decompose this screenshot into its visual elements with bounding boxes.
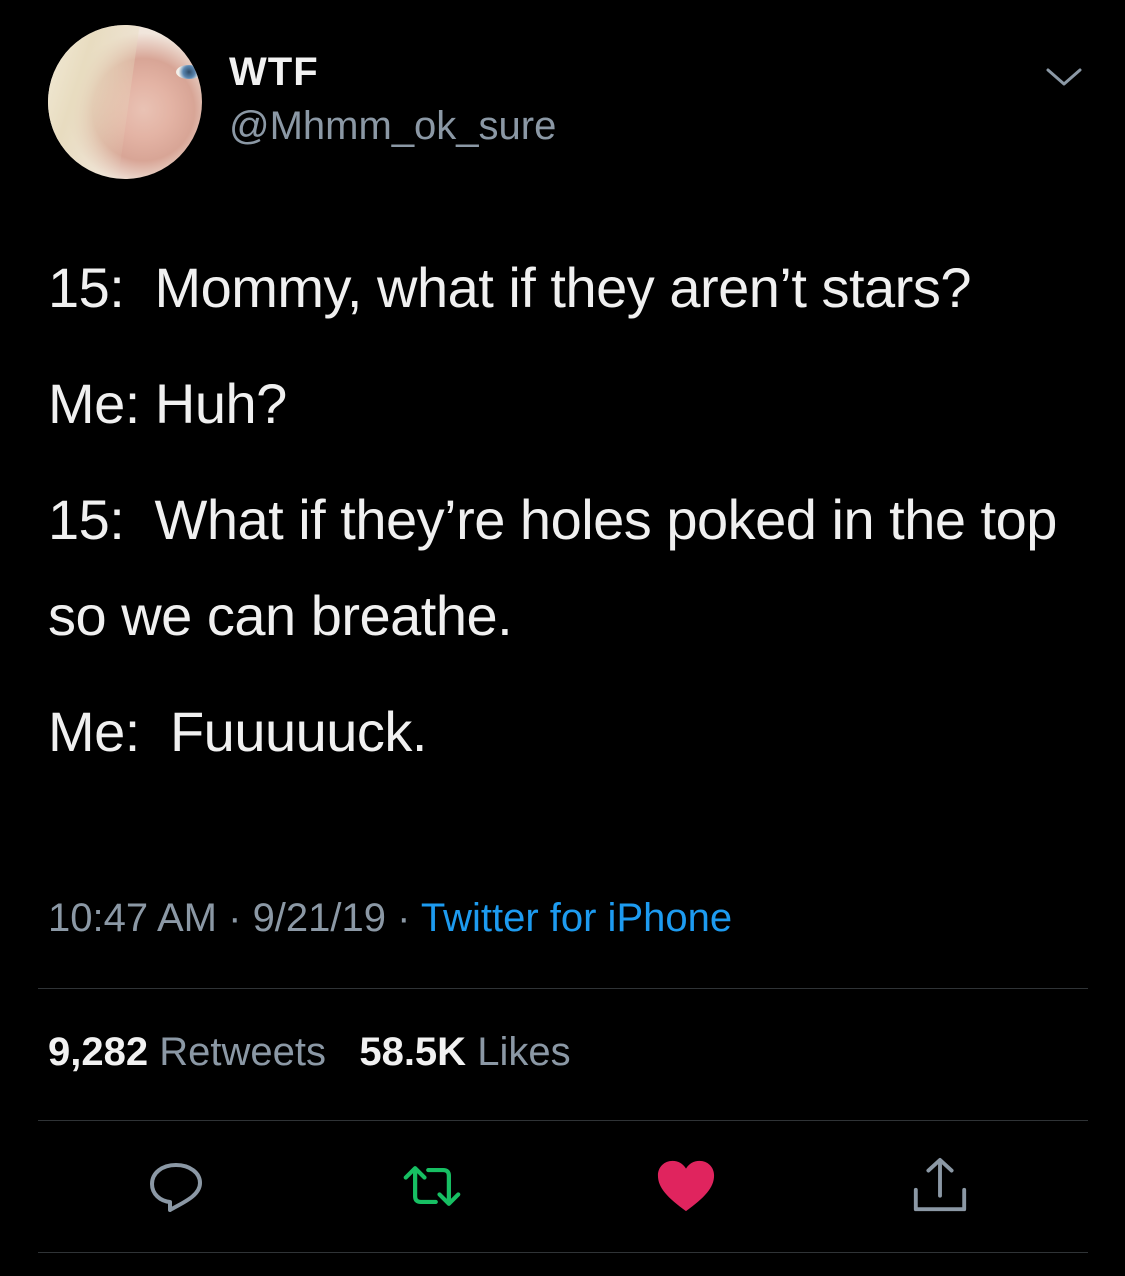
- display-name[interactable]: WTF: [229, 50, 319, 95]
- user-handle[interactable]: @Mhmm_ok_sure: [229, 104, 556, 149]
- tweet-line: Me: Fuuuuuck.: [48, 700, 427, 763]
- tweet-line: 15: Mommy, what if they aren’t stars?: [48, 256, 971, 319]
- chevron-down-icon[interactable]: [1044, 62, 1084, 92]
- divider: [38, 1252, 1088, 1253]
- avatar[interactable]: [48, 25, 202, 179]
- meta-separator: ·: [217, 896, 253, 940]
- heart-icon: [657, 1160, 715, 1212]
- tweet-meta: 10:47 AM · 9/21/19 · Twitter for iPhone: [48, 896, 732, 941]
- retweets-count: 9,282: [48, 1030, 149, 1074]
- like-button[interactable]: [656, 1156, 716, 1216]
- retweet-button[interactable]: [402, 1156, 462, 1216]
- retweet-icon: [403, 1166, 461, 1206]
- share-icon: [913, 1157, 967, 1212]
- tweet-detail: WTF @Mhmm_ok_sure 15: Mommy, what if the…: [0, 0, 1125, 1276]
- tweet-time: 10:47 AM: [48, 896, 218, 940]
- tweet-line: Me: Huh?: [48, 372, 287, 435]
- tweet-date: 9/21/19: [252, 896, 387, 940]
- divider: [38, 1120, 1088, 1121]
- reply-icon: [150, 1163, 202, 1212]
- avatar-lip: [188, 157, 202, 167]
- avatar-hair: [48, 25, 141, 179]
- tweet-source-link[interactable]: Twitter for iPhone: [421, 896, 732, 940]
- likes-stat[interactable]: 58.5K Likes: [359, 1030, 570, 1074]
- share-button[interactable]: [910, 1156, 970, 1216]
- tweet-text: 15: Mommy, what if they aren’t stars? Me…: [48, 256, 1088, 816]
- avatar-eye: [176, 65, 202, 79]
- likes-label: Likes: [477, 1030, 571, 1074]
- meta-separator: ·: [386, 896, 421, 940]
- retweets-stat[interactable]: 9,282 Retweets: [48, 1030, 326, 1074]
- reply-button[interactable]: [146, 1156, 206, 1216]
- divider: [38, 988, 1088, 989]
- retweets-label: Retweets: [159, 1030, 326, 1074]
- likes-count: 58.5K: [359, 1030, 467, 1074]
- tweet-stats: 9,282 Retweets 58.5K Likes: [48, 1030, 571, 1075]
- tweet-line: 15: What if they’re holes poked in the t…: [48, 488, 1072, 647]
